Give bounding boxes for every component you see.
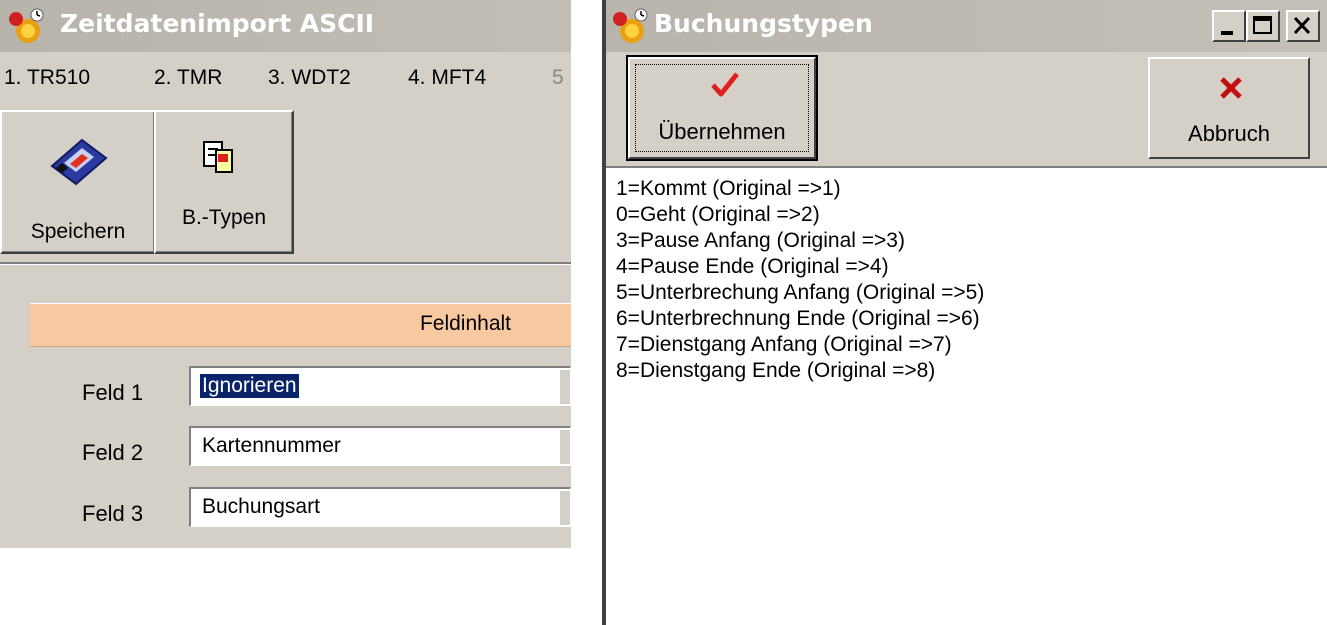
import-window: Zeitdatenimport ASCII 1. TR510 2. TMR 3.… — [0, 0, 571, 548]
field-1-select[interactable]: Ignorieren — [189, 366, 571, 406]
list-item-kommt[interactable]: 1=Kommt (Original =>1) — [616, 176, 841, 202]
field-1-dropdown-button[interactable] — [559, 370, 570, 404]
tab-tmr[interactable]: 2. TMR — [154, 66, 222, 90]
save-label: Speichern — [30, 220, 126, 243]
field-1-label: Feld 1 — [82, 380, 144, 405]
title-bar[interactable]: Zeitdatenimport ASCII — [0, 0, 571, 52]
maximize-button[interactable] — [1246, 10, 1280, 42]
tab-mft4[interactable]: 4. MFT4 — [408, 66, 486, 90]
cancel-x-icon — [1220, 77, 1242, 99]
cancel-button[interactable]: Abbruch — [1148, 57, 1310, 159]
list-item-unterbrechung-ende[interactable]: 6=Unterbrechnung Ende (Original =>6) — [616, 306, 980, 332]
checkmark-icon — [711, 72, 739, 97]
list-item-dienstgang-ende[interactable]: 8=Dienstgang Ende (Original =>8) — [616, 358, 935, 384]
column-header-feldinhalt: Feldinhalt — [30, 303, 571, 347]
field-2-label: Feld 2 — [82, 440, 144, 465]
booking-types-dialog: Buchungstypen Übernehmen Abbruch 1=Kommt… — [602, 0, 1327, 625]
tab-tr510[interactable]: 1. TR510 — [4, 66, 90, 90]
list-item-dienstgang-anfang[interactable]: 7=Dienstgang Anfang (Original =>7) — [616, 332, 952, 358]
field-2-value: Kartennummer — [202, 434, 341, 457]
list-item-pause-anfang[interactable]: 3=Pause Anfang (Original =>3) — [616, 228, 905, 254]
field-3-label: Feld 3 — [82, 501, 144, 526]
list-item-geht[interactable]: 0=Geht (Original =>2) — [616, 202, 820, 228]
close-icon — [1293, 16, 1311, 35]
field-3-dropdown-button[interactable] — [559, 491, 570, 525]
dialog-title-bar[interactable]: Buchungstypen — [606, 0, 1327, 52]
tab-5[interactable]: 5 — [552, 66, 564, 90]
toolbar-separator — [0, 262, 571, 265]
booking-types-icon — [203, 141, 233, 173]
app-icon — [9, 8, 44, 43]
minimize-icon — [1221, 31, 1233, 35]
column-header-label: Feldinhalt — [419, 312, 511, 335]
floppy-disk-icon — [50, 138, 108, 186]
list-item-pause-ende[interactable]: 4=Pause Ende (Original =>4) — [616, 254, 889, 280]
apply-label: Übernehmen — [658, 119, 786, 144]
apply-button[interactable]: Übernehmen — [626, 55, 818, 161]
close-button[interactable] — [1286, 10, 1320, 42]
field-3-select[interactable]: Buchungsart — [189, 487, 571, 527]
booking-types-list[interactable]: 1=Kommt (Original =>1) 0=Geht (Original … — [606, 166, 1327, 625]
device-tab-bar: 1. TR510 2. TMR 3. WDT2 4. MFT4 5 — [0, 58, 571, 104]
save-button[interactable]: Speichern — [0, 110, 156, 254]
tab-wdt2[interactable]: 3. WDT2 — [268, 66, 351, 90]
maximize-icon — [1253, 16, 1272, 34]
minimize-button[interactable] — [1212, 10, 1246, 42]
app-icon — [613, 8, 648, 43]
field-1-value: Ignorieren — [200, 374, 299, 398]
window-title: Zeitdatenimport ASCII — [60, 9, 375, 38]
field-2-dropdown-button[interactable] — [559, 430, 570, 464]
booking-types-button[interactable]: B.-Typen — [154, 110, 294, 254]
cancel-label: Abbruch — [1188, 121, 1270, 146]
list-item-unterbrechung-anfang[interactable]: 5=Unterbrechung Anfang (Original =>5) — [616, 280, 984, 306]
field-3-value: Buchungsart — [202, 495, 320, 518]
field-2-select[interactable]: Kartennummer — [189, 426, 571, 466]
dialog-title: Buchungstypen — [654, 9, 873, 38]
booking-types-label: B.-Typen — [181, 206, 267, 229]
